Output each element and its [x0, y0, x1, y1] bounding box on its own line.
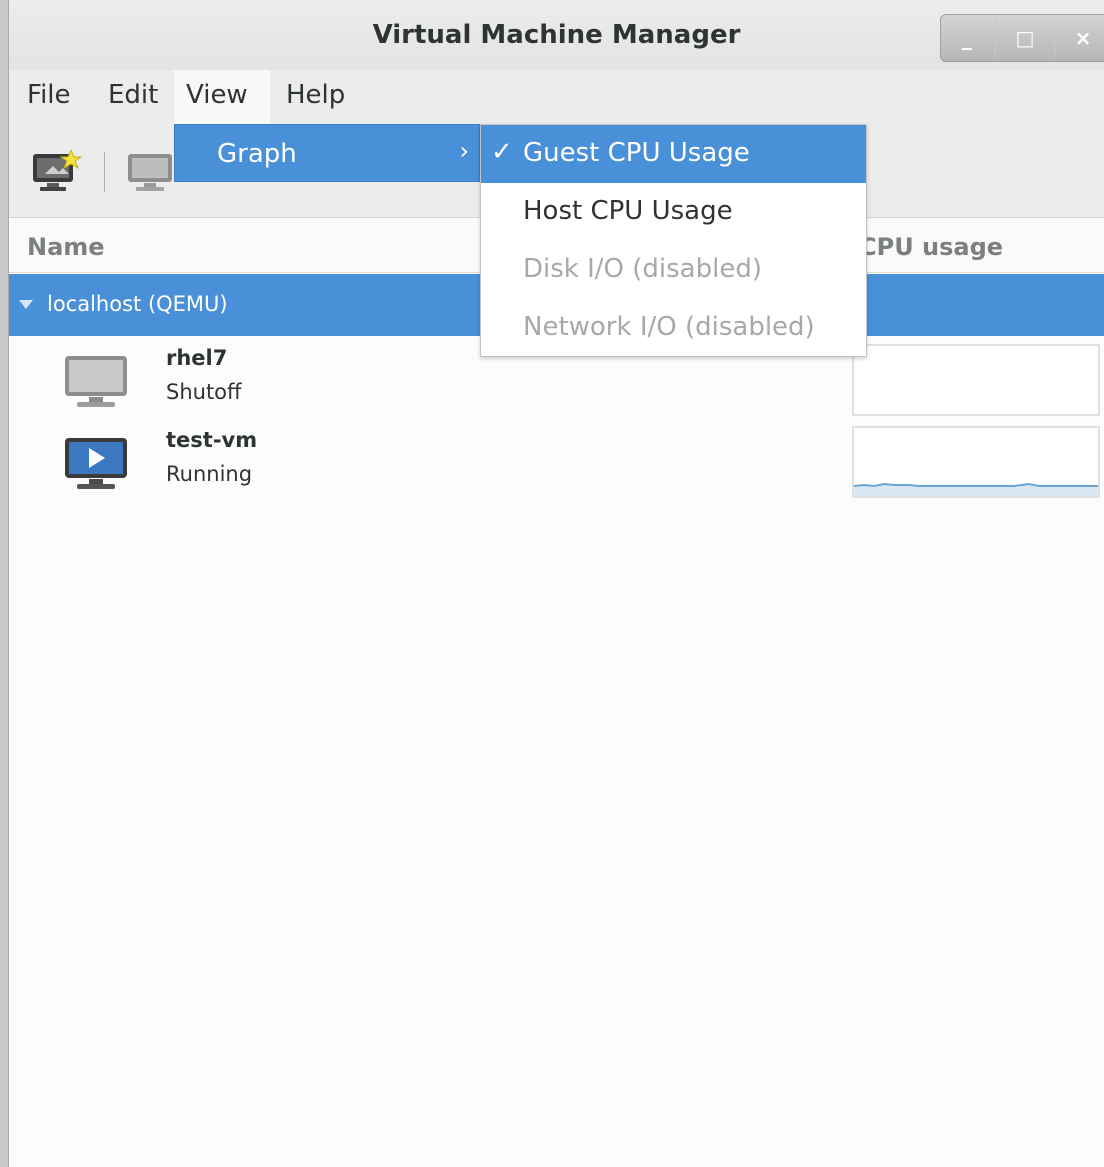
menu-file[interactable]: File	[15, 70, 83, 124]
close-button[interactable]: ×	[1060, 18, 1104, 58]
window-controls: _ □ ×	[940, 14, 1104, 62]
expander-arrow-icon[interactable]	[19, 300, 33, 309]
column-name-header[interactable]: Name	[27, 233, 105, 261]
title-bar[interactable]: Virtual Machine Manager _ □ ×	[9, 0, 1104, 70]
cpu-usage-graph	[852, 344, 1100, 416]
main-window: Virtual Machine Manager _ □ × File Edit …	[8, 0, 1104, 1167]
menu-bar: File Edit View Help	[9, 70, 1104, 124]
checkmark-icon: ✓	[491, 137, 513, 167]
window-control-separator	[995, 18, 997, 58]
submenu-guest-cpu-usage[interactable]: ✓ Guest CPU Usage	[481, 125, 866, 183]
vm-row[interactable]: test-vm Running	[9, 420, 1104, 502]
submenu-item-label: Network I/O (disabled)	[523, 312, 815, 342]
submenu-item-label: Host CPU Usage	[523, 196, 733, 226]
graph-submenu: ✓ Guest CPU Usage Host CPU Usage Disk I/…	[480, 124, 867, 357]
submenu-arrow-icon: ›	[459, 137, 469, 165]
menu-edit[interactable]: Edit	[96, 70, 170, 124]
submenu-network-io: Network I/O (disabled)	[481, 299, 866, 357]
open-console-icon[interactable]	[126, 150, 176, 194]
host-label: localhost (QEMU)	[47, 292, 228, 316]
window-control-separator	[1053, 18, 1055, 58]
toolbar-separator	[104, 152, 105, 192]
vm-status: Shutoff	[166, 380, 242, 404]
new-vm-icon[interactable]	[31, 150, 85, 194]
cpu-usage-graph	[852, 426, 1100, 498]
vm-name: test-vm	[166, 428, 258, 452]
submenu-disk-io: Disk I/O (disabled)	[481, 241, 866, 299]
vm-name: rhel7	[166, 346, 228, 370]
monitor-running-icon	[65, 438, 127, 489]
view-menu-dropdown: Graph ›	[174, 124, 480, 182]
vm-status: Running	[166, 462, 253, 486]
maximize-button[interactable]: □	[1002, 18, 1048, 58]
submenu-item-label: Disk I/O (disabled)	[523, 254, 762, 284]
cpu-graph-line	[853, 482, 1098, 496]
menu-view[interactable]: View	[174, 70, 270, 124]
menu-item-graph[interactable]: Graph	[217, 139, 297, 169]
submenu-item-label: Guest CPU Usage	[523, 138, 750, 168]
menu-help[interactable]: Help	[274, 70, 357, 124]
minimize-button[interactable]: _	[944, 18, 990, 58]
column-cpu-header[interactable]: CPU usage	[859, 233, 1003, 261]
monitor-off-icon	[65, 356, 127, 407]
submenu-host-cpu-usage[interactable]: Host CPU Usage	[481, 183, 866, 241]
